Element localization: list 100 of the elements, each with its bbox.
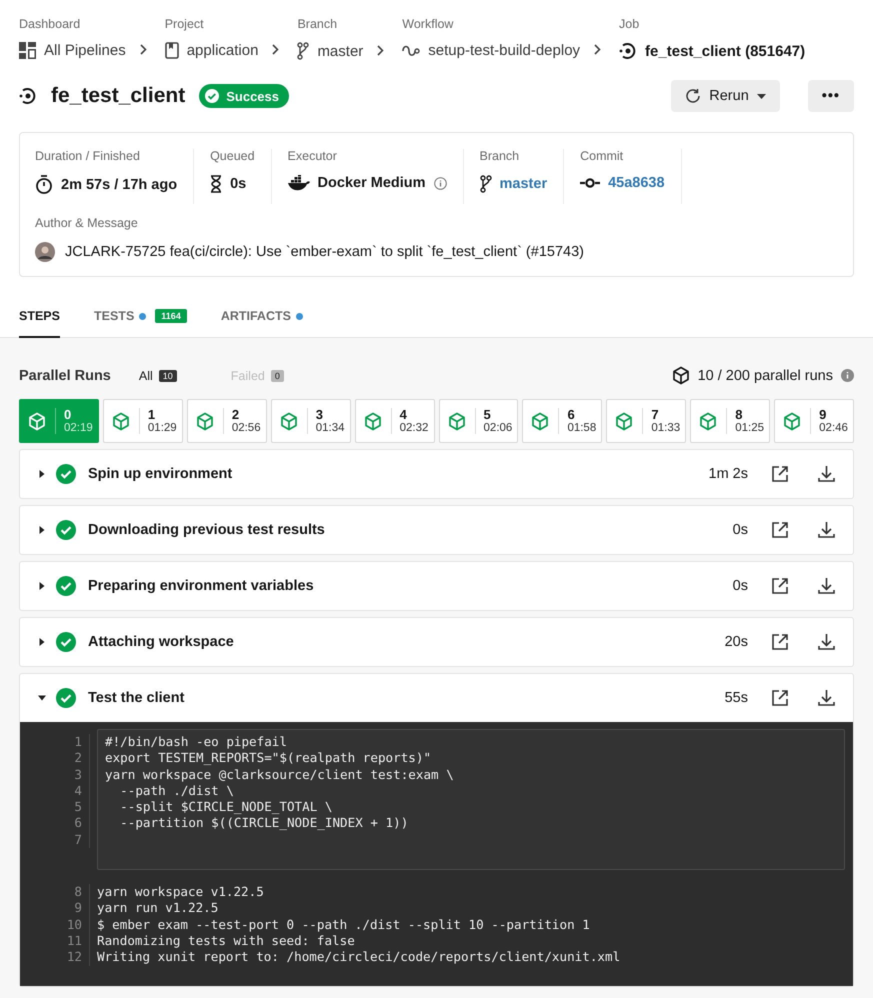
- cube-icon: [615, 412, 634, 430]
- step-name[interactable]: Spin up environment: [88, 466, 698, 482]
- open-external-icon[interactable]: [772, 578, 788, 594]
- step-name[interactable]: Attaching workspace: [88, 634, 715, 650]
- breadcrumb-label: Dashboard: [19, 17, 82, 31]
- open-external-icon[interactable]: [772, 690, 788, 706]
- code-line: yarn workspace @clarksource/client test:exam \: [104, 766, 454, 783]
- dot-icon: [139, 312, 146, 320]
- caret-down-icon[interactable]: [38, 694, 46, 702]
- parallel-run-button[interactable]: 6 01:58: [522, 399, 602, 443]
- code-line: Writing xunit report to: /home/circleci/code/reports/client/xunit.xml: [96, 949, 620, 966]
- parallel-run-button[interactable]: 3 01:34: [270, 399, 351, 443]
- bookmark-icon: [164, 42, 179, 59]
- download-icon[interactable]: [818, 634, 835, 650]
- line-number: 1: [20, 734, 90, 750]
- breadcrumb-label: Workflow: [402, 17, 454, 31]
- tab[interactable]: ARTIFACTS: [220, 299, 303, 338]
- open-external-icon[interactable]: [772, 522, 788, 538]
- field-link[interactable]: master: [500, 176, 548, 192]
- success-check-icon: [56, 576, 76, 596]
- line-number: 11: [20, 932, 90, 950]
- parallel-run-button[interactable]: 2 02:56: [186, 399, 267, 443]
- code-line: --partition $((CIRCLE_NODE_INDEX + 1)): [119, 815, 408, 832]
- caret-right-icon[interactable]: [38, 582, 46, 590]
- parallel-run-button[interactable]: 7 01:33: [606, 399, 686, 443]
- info-icon[interactable]: [434, 176, 447, 190]
- breadcrumb-link[interactable]: master: [317, 42, 364, 60]
- cube-icon: [531, 412, 550, 430]
- field-label: Branch: [480, 149, 520, 163]
- tab[interactable]: STEPS: [19, 299, 60, 338]
- dot-icon: [296, 312, 303, 320]
- field-label: Author & Message: [35, 216, 138, 230]
- breadcrumb-link[interactable]: fe_test_client (851647): [645, 42, 806, 60]
- breadcrumb-link[interactable]: setup-test-build-deploy: [428, 42, 580, 59]
- field-value: 0s: [230, 176, 246, 192]
- breadcrumb-label: Branch: [297, 17, 338, 31]
- branch-icon: [297, 42, 310, 60]
- line-number: 6: [20, 815, 90, 832]
- step-name[interactable]: Downloading previous test results: [88, 522, 723, 538]
- check-icon: [204, 88, 220, 104]
- code-line: #!/bin/bash -eo pipefail: [104, 734, 287, 750]
- step-duration: 0s: [732, 578, 748, 594]
- field-value: 2m 57s / 17h ago: [61, 176, 178, 192]
- caret-icon: [756, 94, 766, 98]
- parallel-run-button[interactable]: 9 02:46: [774, 399, 854, 443]
- count-badge: 1164: [155, 309, 187, 323]
- hourglass-icon: [210, 175, 222, 193]
- step-duration: 20s: [724, 634, 748, 650]
- line-number: 8: [20, 884, 90, 900]
- caret-right-icon[interactable]: [38, 638, 46, 646]
- line-number: 5: [20, 799, 90, 816]
- tab[interactable]: TESTS 1164: [94, 299, 187, 338]
- success-check-icon: [56, 520, 76, 540]
- field-label: Duration / Finished: [35, 149, 141, 163]
- line-number: 9: [20, 900, 90, 917]
- commit-message: JCLARK-75725 fea(ci/circle): Use `ember-exam` to split `fe_test_client` (#15743): [65, 244, 584, 260]
- info-icon[interactable]: [841, 369, 854, 382]
- open-external-icon[interactable]: [772, 466, 788, 482]
- parallel-run-button[interactable]: 5 02:06: [438, 399, 518, 443]
- cube-icon: [448, 412, 466, 430]
- section-title: Parallel Runs: [19, 368, 111, 384]
- branch-icon: [480, 175, 492, 193]
- breadcrumb-link[interactable]: All Pipelines: [44, 42, 126, 59]
- cube-icon: [196, 412, 214, 430]
- avatar: [35, 242, 55, 262]
- filter-tab[interactable]: All 10: [132, 368, 183, 384]
- cube-icon: [672, 366, 690, 385]
- cube-icon: [280, 412, 298, 430]
- caret-right-icon[interactable]: [38, 526, 46, 534]
- parallel-run-button[interactable]: 8 01:25: [690, 399, 770, 443]
- code-line: $ ember exam --test-port 0 --path ./dist --split 10 --partition 1: [96, 916, 590, 933]
- download-icon[interactable]: [818, 690, 835, 706]
- step-name[interactable]: Test the client: [88, 690, 715, 706]
- code-line: --split $CIRCLE_NODE_TOTAL \: [119, 799, 332, 816]
- job-title: fe_test_client: [51, 84, 186, 108]
- cube-icon: [28, 412, 46, 430]
- step-name[interactable]: Preparing environment variables: [88, 578, 723, 594]
- rerun-button[interactable]: Rerun: [671, 80, 780, 112]
- more-button[interactable]: •••: [808, 80, 854, 112]
- open-external-icon[interactable]: [772, 634, 788, 650]
- job-icon: [19, 87, 37, 105]
- refresh-icon: [685, 88, 702, 104]
- status-badge: Success: [199, 84, 289, 108]
- success-check-icon: [56, 632, 76, 652]
- download-icon[interactable]: [818, 578, 835, 594]
- parallel-run-button[interactable]: 1 01:29: [102, 399, 183, 443]
- parallel-runs-summary: 10 / 200 parallel runs: [698, 368, 833, 384]
- dashboard-icon: [19, 42, 36, 59]
- download-icon[interactable]: [818, 466, 835, 482]
- code-line: export TESTEM_REPORTS="$(realpath reports)": [104, 750, 432, 767]
- workflow-icon: [402, 44, 420, 56]
- line-number: 4: [20, 782, 90, 800]
- line-number: 3: [20, 766, 90, 783]
- download-icon[interactable]: [818, 522, 835, 538]
- breadcrumb-link[interactable]: application: [186, 42, 258, 59]
- parallel-run-button[interactable]: 4 02:32: [354, 399, 435, 443]
- chevron-right-icon: [377, 44, 384, 56]
- caret-right-icon[interactable]: [38, 470, 46, 478]
- chevron-right-icon: [140, 44, 147, 55]
- field-link[interactable]: 45a8638: [608, 175, 665, 191]
